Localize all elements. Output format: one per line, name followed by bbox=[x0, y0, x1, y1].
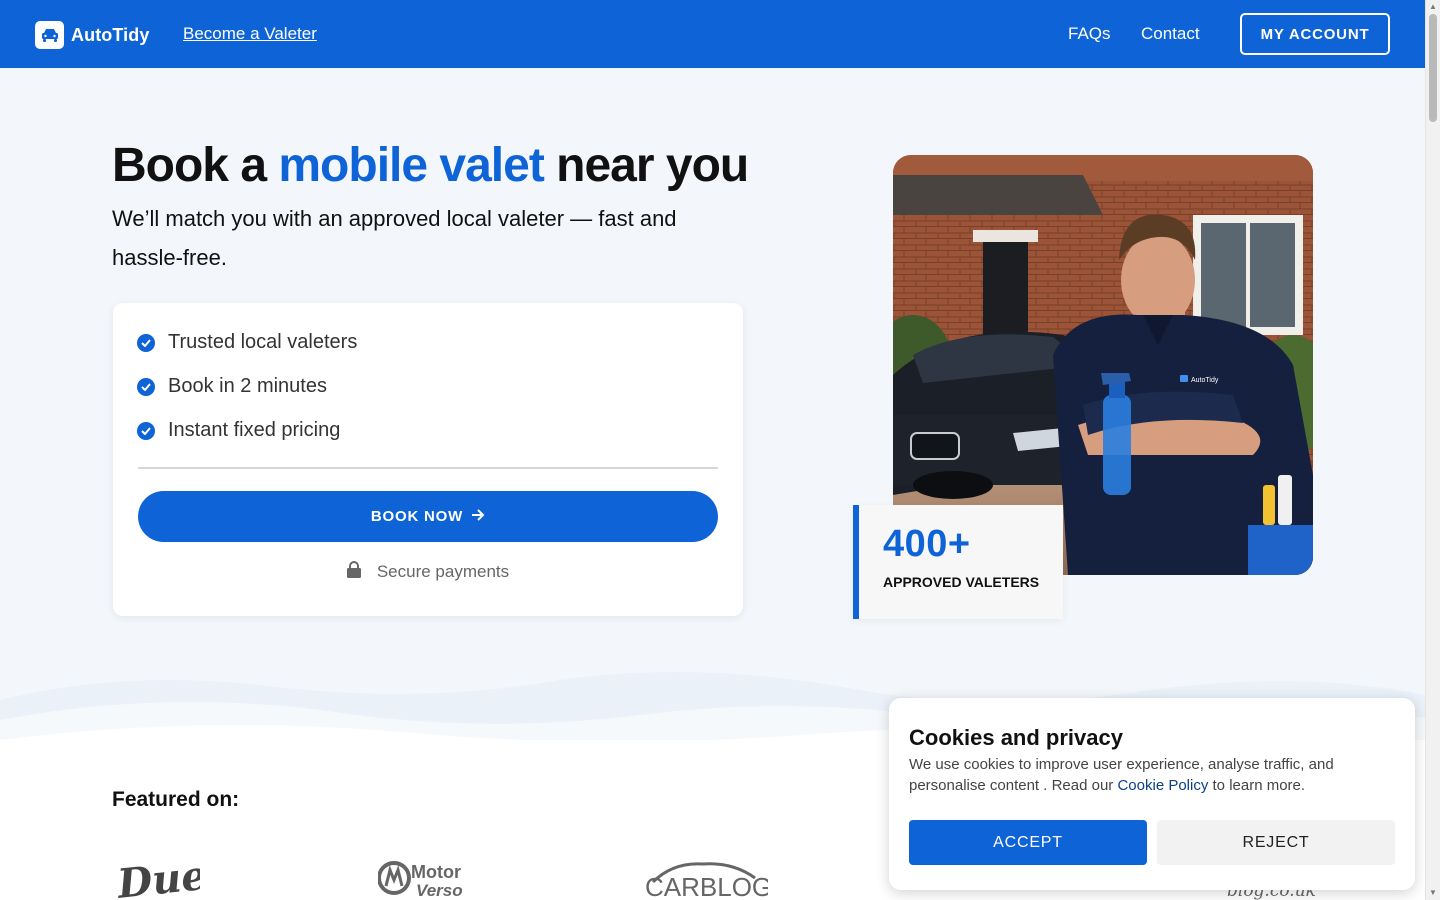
featured-title: Featured on: bbox=[112, 788, 240, 811]
cookie-banner: Cookies and privacy We use cookies to im… bbox=[889, 698, 1415, 890]
featured-logo-motorverso: Motor Verso bbox=[377, 858, 486, 900]
feature-item: Book in 2 minutes bbox=[137, 375, 327, 398]
brand-logo[interactable]: AutoTidy bbox=[35, 21, 149, 49]
check-circle-icon bbox=[137, 377, 155, 396]
duel-logo-text: Duel bbox=[115, 850, 200, 900]
book-now-button[interactable]: BOOK NOW bbox=[138, 491, 718, 542]
book-now-label: BOOK NOW bbox=[370, 508, 464, 525]
motorverso-logo-word-1: Motor bbox=[411, 862, 461, 882]
hero-subtitle: We’ll match you with an approved local v… bbox=[112, 206, 677, 270]
faqs-link[interactable]: FAQs bbox=[1068, 24, 1111, 44]
featured-logo-carblog: CARBLOG bbox=[643, 858, 772, 900]
motorverso-logo-word-2: Verso bbox=[416, 881, 463, 900]
arrow-right-icon bbox=[471, 508, 485, 525]
divider bbox=[138, 467, 718, 469]
reject-cookies-button[interactable]: REJECT bbox=[1157, 820, 1395, 865]
vertical-scrollbar[interactable]: ▲ ▼ bbox=[1425, 0, 1440, 900]
feature-label: Book in 2 minutes bbox=[168, 375, 327, 397]
stat-label: APPROVED VALETERS bbox=[883, 574, 1040, 590]
feature-label: Instant fixed pricing bbox=[168, 419, 341, 441]
cookie-body: We use cookies to improve user experienc… bbox=[909, 754, 1379, 796]
feature-item: Instant fixed pricing bbox=[137, 419, 340, 442]
booking-card: Trusted local valeters Book in 2 minutes… bbox=[113, 303, 743, 616]
valeters-stat-card: 400+ APPROVED VALETERS bbox=[853, 505, 1063, 619]
brand-name: AutoTidy bbox=[71, 24, 150, 45]
accept-cookies-button[interactable]: ACCEPT bbox=[909, 820, 1147, 865]
scroll-thumb[interactable] bbox=[1429, 14, 1437, 122]
featured-logo-duel: Duel bbox=[114, 846, 224, 900]
feature-label: Trusted local valeters bbox=[168, 331, 358, 353]
top-navbar: AutoTidy Become a Valeter FAQs Contact M… bbox=[0, 0, 1425, 68]
hero-title-post: near you bbox=[543, 139, 749, 192]
become-valeter-link[interactable]: Become a Valeter bbox=[183, 24, 317, 44]
secure-payments: Secure payments bbox=[113, 561, 743, 583]
carblog-logo-text: CARBLOG bbox=[645, 872, 768, 900]
cookie-policy-link[interactable]: Cookie Policy bbox=[1117, 777, 1208, 794]
scroll-down-arrow-icon[interactable]: ▼ bbox=[1429, 888, 1437, 897]
scroll-up-arrow-icon[interactable]: ▲ bbox=[1429, 2, 1437, 11]
my-account-button[interactable]: MY ACCOUNT bbox=[1240, 13, 1390, 55]
hero-title: Book a mobile valet near you bbox=[112, 138, 749, 193]
cookie-title: Cookies and privacy bbox=[909, 725, 1123, 750]
check-circle-icon bbox=[137, 333, 155, 352]
feature-item: Trusted local valeters bbox=[137, 331, 357, 354]
contact-link[interactable]: Contact bbox=[1141, 24, 1200, 44]
lock-icon bbox=[346, 561, 361, 583]
cookie-body-end: to learn more. bbox=[1208, 777, 1306, 794]
shirt-logo-text: AutoTidy bbox=[1191, 377, 1219, 384]
hero-title-accent: mobile valet bbox=[278, 139, 544, 192]
car-icon bbox=[35, 21, 64, 49]
secure-payments-label: Secure payments bbox=[376, 562, 510, 581]
check-circle-icon bbox=[137, 421, 155, 440]
stat-number: 400+ bbox=[883, 523, 971, 565]
hero-title-pre: Book a bbox=[112, 139, 279, 192]
